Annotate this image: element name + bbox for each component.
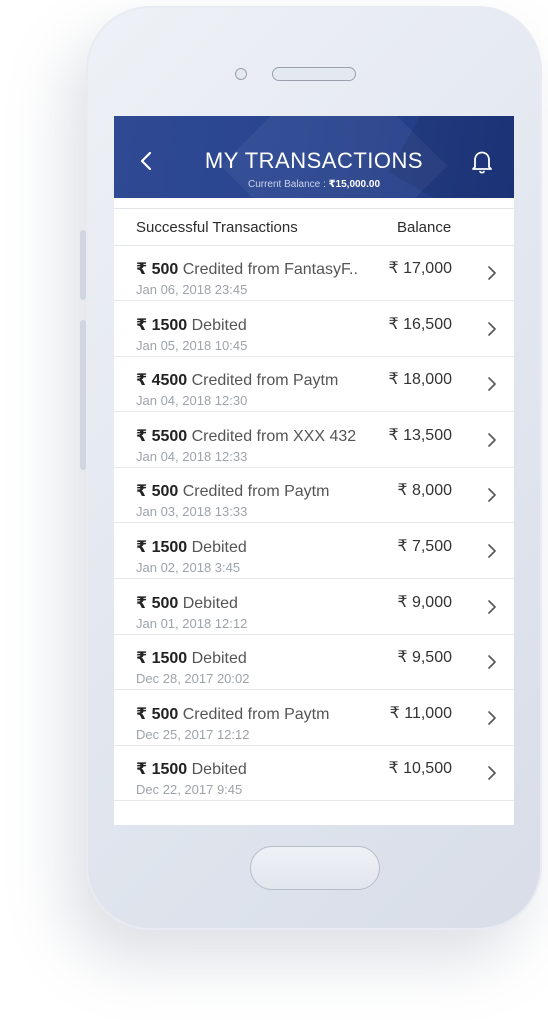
transaction-type: Credited from XXX 432 (187, 427, 357, 445)
chevron-right-icon[interactable] (486, 432, 498, 447)
transaction-amount: ₹ 4500 (136, 372, 188, 390)
transaction-row[interactable]: ₹ 1500 Debited Jan 05, 2018 10:45 ₹ 16,500 (114, 301, 514, 357)
transaction-type: Credited from FantasyF.. (178, 261, 358, 278)
transaction-amount: ₹ 1500 (136, 650, 188, 668)
transaction-row[interactable]: ₹ 500 Credited from FantasyF.. Jan 06, 20… (114, 245, 514, 301)
transaction-type: Debited (187, 316, 247, 334)
transaction-balance: ₹ 17,000 (388, 260, 452, 277)
transaction-type: Debited (187, 761, 247, 779)
current-balance-value: ₹15,000.00 (328, 179, 381, 190)
chevron-left-icon (140, 151, 152, 171)
transaction-balance: ₹ 9,000 (397, 593, 452, 611)
transaction-balance: ₹ 7,500 (397, 538, 452, 555)
phone-home-button[interactable] (250, 846, 380, 890)
transaction-date: Jan 04, 2018 12:33 (136, 448, 248, 464)
transaction-amount: ₹ 500 (136, 594, 179, 612)
chevron-right-icon[interactable] (486, 766, 498, 781)
transaction-date: Jan 04, 2018 12:30 (136, 393, 248, 409)
transaction-description: ₹ 1500 Debited (136, 648, 247, 668)
app-screen: MY TRANSACTIONS Current Balance : ₹15,00… (114, 116, 514, 825)
transaction-balance: ₹ 13,500 (388, 426, 452, 444)
chevron-right-icon[interactable] (486, 710, 498, 725)
transaction-row[interactable]: ₹ 1500 Debited Dec 28, 2017 20:02 ₹ 9,500 (114, 634, 514, 691)
transaction-amount: ₹ 5500 (136, 427, 188, 445)
transaction-type: Credited from Paytm (187, 372, 339, 390)
transaction-balance: ₹ 11,000 (389, 704, 452, 722)
transaction-row[interactable]: ₹ 1500 Debited Jan 02, 2018 3:45 ₹ 7,500 (114, 523, 514, 579)
transaction-amount: ₹ 500 (136, 705, 179, 723)
transaction-description: ₹ 1500 Debited (136, 315, 247, 335)
chevron-right-icon[interactable] (486, 266, 498, 280)
transaction-row[interactable]: ₹ 5500 Credited from XXX 432 Jan 04, 2018… (114, 412, 514, 468)
chevron-right-icon[interactable] (486, 544, 498, 558)
transaction-date: Dec 28, 2017 20:02 (136, 671, 250, 687)
transaction-amount: ₹ 500 (136, 261, 179, 278)
transaction-amount: ₹ 1500 (136, 761, 188, 779)
transaction-type: Debited (187, 650, 247, 668)
transaction-type: Credited from Paytm (178, 705, 330, 723)
transaction-balance: ₹ 9,500 (397, 649, 452, 667)
current-balance: Current Balance : ₹15,000.00 (174, 179, 454, 190)
chevron-right-icon[interactable] (486, 599, 498, 614)
transaction-balance: ₹ 18,000 (388, 371, 452, 389)
transaction-row[interactable]: ₹ 500 Debited Jan 01, 2018 12:12 ₹ 9,000 (114, 579, 514, 635)
transaction-balance: ₹ 8,000 (397, 482, 452, 500)
transaction-row[interactable]: ₹ 500 Credited from Paytm Jan 03, 2018 13… (114, 467, 514, 524)
current-balance-label: Current Balance : (247, 179, 329, 190)
column-label-transactions: Successful Transactions (136, 219, 298, 236)
bell-icon (472, 151, 492, 174)
transaction-date: Jan 06, 2018 23:45 (136, 282, 248, 297)
transaction-date: Dec 22, 2017 9:45 (136, 782, 243, 798)
page-title: MY TRANSACTIONS (204, 148, 424, 173)
transaction-row[interactable]: ₹ 4500 Credited from Paytm Jan 04, 2018 1… (114, 356, 514, 413)
column-label-balance: Balance (397, 219, 452, 236)
transaction-amount: ₹ 500 (136, 483, 179, 501)
transaction-balance: ₹ 10,500 (388, 760, 452, 778)
transaction-description: ₹ 4500 Credited from Paytm (136, 370, 338, 390)
transaction-date: Jan 03, 2018 13:33 (136, 504, 248, 520)
transaction-description: ₹ 1500 Debited (136, 537, 247, 557)
transaction-type: Credited from Paytm (178, 483, 330, 501)
transaction-description: ₹ 5500 Credited from XXX 432 (136, 426, 356, 446)
phone-camera (235, 68, 247, 80)
app-header: MY TRANSACTIONS Current Balance : ₹15,00… (114, 116, 514, 198)
chevron-right-icon[interactable] (486, 655, 498, 669)
transaction-type: Debited (178, 594, 238, 612)
transaction-row[interactable]: ₹ 500 Credited from Paytm Dec 25, 2017 12… (114, 690, 514, 746)
transaction-description: ₹ 1500 Debited (136, 759, 247, 779)
transaction-amount: ₹ 1500 (136, 539, 188, 556)
transaction-date: Jan 01, 2018 12:12 (136, 615, 248, 631)
chevron-right-icon[interactable] (486, 377, 498, 391)
transaction-type: Debited (187, 539, 247, 556)
transaction-description: ₹ 500 Credited from Paytm (136, 704, 329, 724)
transaction-balance: ₹ 16,500 (388, 315, 452, 333)
transaction-date: Dec 25, 2017 12:12 (136, 726, 250, 742)
notifications-button[interactable] (470, 149, 494, 175)
transaction-row[interactable]: ₹ 1500 Debited Dec 22, 2017 9:45 ₹ 10,500 (114, 745, 514, 802)
transaction-date: Jan 05, 2018 10:45 (136, 337, 248, 353)
chevron-right-icon[interactable] (486, 321, 498, 336)
transaction-description: ₹ 500 Credited from FantasyF.. (136, 259, 358, 279)
chevron-right-icon[interactable] (486, 488, 498, 503)
transaction-amount: ₹ 1500 (136, 316, 188, 334)
back-button[interactable] (136, 150, 158, 172)
transactions-column-header: Successful Transactions Balance (114, 208, 514, 246)
transaction-description: ₹ 500 Credited from Paytm (136, 481, 329, 501)
transaction-date: Jan 02, 2018 3:45 (136, 560, 241, 575)
phone-speaker (272, 67, 356, 81)
transaction-description: ₹ 500 Debited (136, 593, 238, 613)
